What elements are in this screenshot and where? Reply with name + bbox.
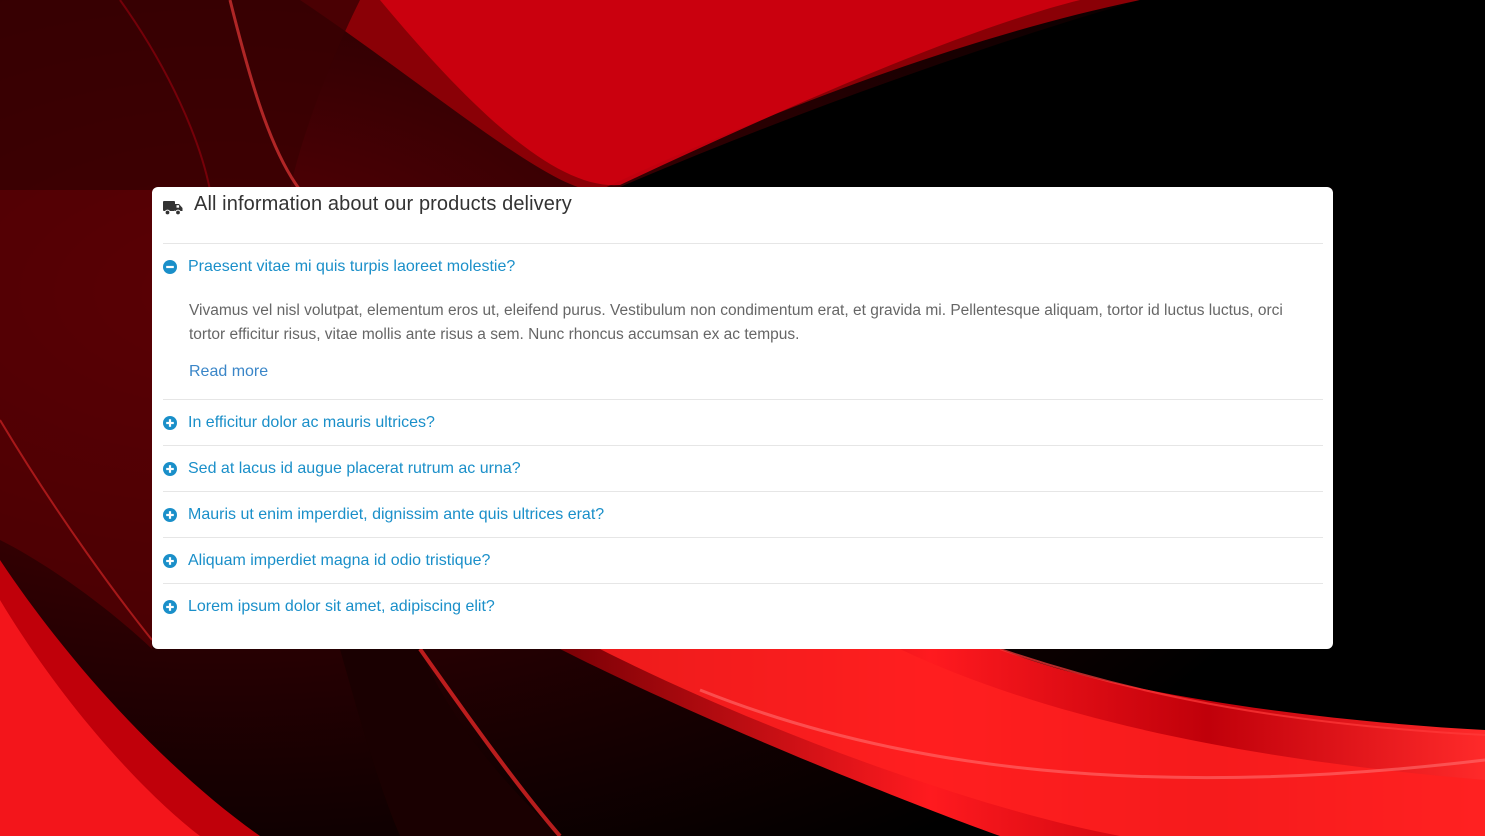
faq-question: Lorem ipsum dolor sit amet, adipiscing e… [188,597,495,615]
plus-circle-icon [163,599,177,614]
faq-question-toggle[interactable]: Sed at lacus id augue placerat rutrum ac… [163,446,1323,491]
faq-answer: Vivamus vel nisl volutpat, elementum ero… [163,289,1323,399]
faq-question-toggle[interactable]: Lorem ipsum dolor sit amet, adipiscing e… [163,584,1323,629]
plus-circle-icon [163,507,177,522]
faq-item: In efficitur dolor ac mauris ultrices? [163,400,1323,446]
faq-answer-text: Vivamus vel nisl volutpat, elementum ero… [189,302,1283,343]
faq-question: Praesent vitae mi quis turpis laoreet mo… [188,257,516,275]
panel-header: All information about our products deliv… [163,187,1323,244]
read-more-link[interactable]: Read more [189,363,268,381]
faq-question-toggle[interactable]: Mauris ut enim imperdiet, dignissim ante… [163,492,1323,537]
faq-item: Aliquam imperdiet magna id odio tristiqu… [163,538,1323,584]
faq-panel: All information about our products deliv… [152,187,1333,649]
faq-question-toggle[interactable]: In efficitur dolor ac mauris ultrices? [163,400,1323,445]
faq-item: Praesent vitae mi quis turpis laoreet mo… [163,244,1323,400]
plus-circle-icon [163,461,177,476]
plus-circle-icon [163,553,177,568]
faq-item: Lorem ipsum dolor sit amet, adipiscing e… [163,584,1323,629]
faq-item: Sed at lacus id augue placerat rutrum ac… [163,446,1323,492]
plus-circle-icon [163,415,177,430]
faq-question: In efficitur dolor ac mauris ultrices? [188,413,435,431]
truck-icon [163,201,183,216]
faq-question: Sed at lacus id augue placerat rutrum ac… [188,459,521,477]
faq-item: Mauris ut enim imperdiet, dignissim ante… [163,492,1323,538]
faq-question: Mauris ut enim imperdiet, dignissim ante… [188,505,605,523]
minus-circle-icon [163,259,177,274]
faq-question-toggle[interactable]: Praesent vitae mi quis turpis laoreet mo… [163,244,1323,289]
faq-question: Aliquam imperdiet magna id odio tristiqu… [188,551,491,569]
faq-question-toggle[interactable]: Aliquam imperdiet magna id odio tristiqu… [163,538,1323,583]
panel-title: All information about our products deliv… [194,193,572,215]
